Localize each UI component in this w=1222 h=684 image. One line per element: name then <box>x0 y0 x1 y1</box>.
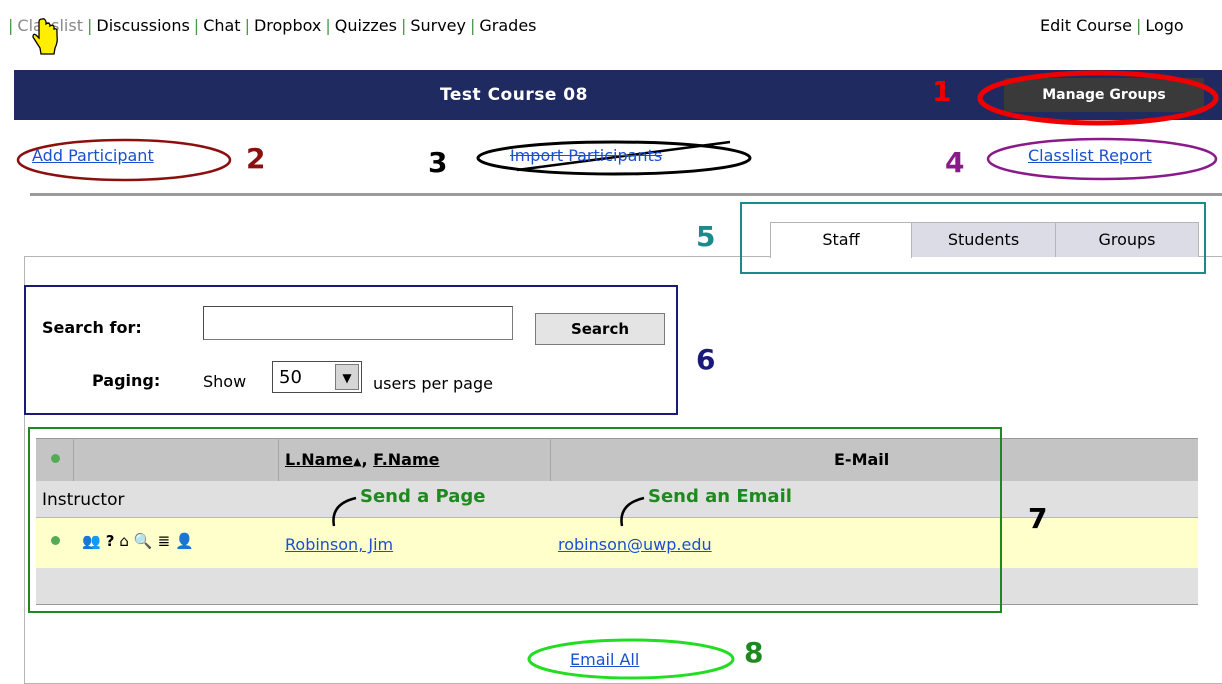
add-participant-link[interactable]: Add Participant <box>32 146 154 165</box>
divider <box>30 193 1222 196</box>
send-page-annotation: Send a Page <box>360 486 486 507</box>
nav-discussions[interactable]: Discussions <box>96 16 189 35</box>
top-nav: |Classlist|Discussions|Chat|Dropbox|Quiz… <box>0 0 1222 50</box>
nav-edit-course[interactable]: Edit Course <box>1040 16 1132 35</box>
nav-separator: | <box>244 16 250 35</box>
course-tools-nav: |Classlist|Discussions|Chat|Dropbox|Quiz… <box>4 16 537 35</box>
annotation-box-7 <box>28 427 1002 613</box>
paging-show-label: Show <box>203 372 247 391</box>
nav-separator: | <box>8 16 14 35</box>
nav-separator: | <box>193 16 200 35</box>
nav-separator: | <box>325 16 331 35</box>
hand-cursor-icon <box>32 18 58 55</box>
nav-separator: | <box>86 16 93 35</box>
paging-label: Paging: <box>92 371 161 390</box>
search-label: Search for: <box>42 318 142 337</box>
import-participants-link[interactable]: Import Participants <box>510 146 662 165</box>
email-all-link[interactable]: Email All <box>570 650 639 669</box>
nav-quizzes[interactable]: Quizzes <box>335 16 397 35</box>
nav-dropbox[interactable]: Dropbox <box>254 16 321 35</box>
users-per-page-select[interactable]: 50 ▼ <box>272 361 362 393</box>
search-button[interactable]: Search <box>535 313 665 345</box>
annotation-number-1: 1 <box>932 75 952 108</box>
annotation-number-3: 3 <box>428 146 448 179</box>
annotation-number-5: 5 <box>696 220 716 253</box>
annotation-box-6 <box>24 285 678 415</box>
nav-grades[interactable]: Grades <box>479 16 536 35</box>
nav-survey[interactable]: Survey <box>410 16 466 35</box>
nav-separator: | <box>469 16 476 35</box>
classlist-report-link[interactable]: Classlist Report <box>1028 146 1152 165</box>
annotation-number-8: 8 <box>744 636 764 669</box>
annotation-number-6: 6 <box>696 343 716 376</box>
annotation-number-4: 4 <box>945 146 965 179</box>
nav-chat[interactable]: Chat <box>203 16 240 35</box>
nav-logout[interactable]: Logo <box>1145 16 1183 35</box>
annotation-ellipse-1 <box>977 70 1219 126</box>
nav-separator: | <box>400 16 407 35</box>
course-title: Test Course 08 <box>440 85 588 105</box>
nav-separator: | <box>1135 16 1142 35</box>
course-admin-nav: Edit Course | Logo <box>1040 16 1184 35</box>
dropdown-arrow-icon[interactable]: ▼ <box>335 364 359 390</box>
users-per-page-value: 50 <box>279 367 302 388</box>
annotation-box-5 <box>740 202 1206 274</box>
paging-suffix: users per page <box>373 374 493 393</box>
send-email-annotation: Send an Email <box>648 486 792 507</box>
annotation-number-7: 7 <box>1028 502 1048 535</box>
search-input[interactable] <box>203 306 513 340</box>
annotation-number-2: 2 <box>246 142 266 175</box>
